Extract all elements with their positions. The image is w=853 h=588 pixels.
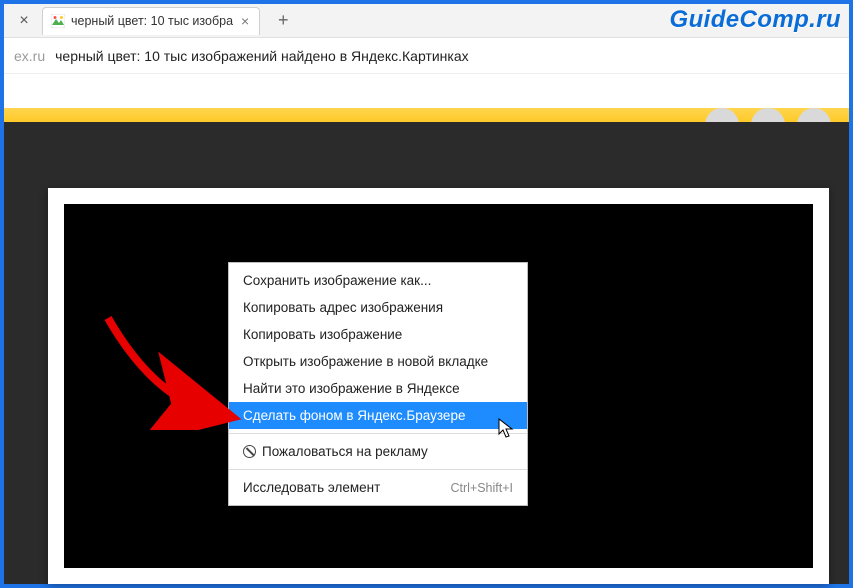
ctx-copy-image-address[interactable]: Копировать адрес изображения [229, 294, 527, 321]
ctx-set-as-yandex-browser-background[interactable]: Сделать фоном в Яндекс.Браузере [229, 402, 527, 429]
context-menu-separator [229, 433, 527, 434]
watermark: GuideComp.ru [670, 6, 841, 34]
close-icon: × [241, 13, 249, 29]
address-bar[interactable]: ex.ru черный цвет: 10 тыс изображений на… [4, 38, 849, 74]
menu-item-shortcut: Ctrl+Shift+I [450, 481, 513, 495]
ctx-save-image-as[interactable]: Сохранить изображение как... [229, 267, 527, 294]
tab-close-button[interactable]: × [239, 13, 251, 29]
ctx-report-ad[interactable]: Пожаловаться на рекламу [229, 438, 527, 465]
address-page-title: черный цвет: 10 тыс изображений найдено … [55, 48, 468, 64]
ctx-copy-image[interactable]: Копировать изображение [229, 321, 527, 348]
menu-item-label: Исследовать элемент [243, 480, 380, 495]
menu-item-label: Найти это изображение в Яндексе [243, 381, 460, 396]
close-icon: × [19, 12, 28, 30]
ctx-find-image-yandex[interactable]: Найти это изображение в Яндексе [229, 375, 527, 402]
plus-icon: + [278, 10, 289, 31]
browser-tab[interactable]: черный цвет: 10 тыс изобра × [42, 7, 260, 35]
menu-item-label: Копировать адрес изображения [243, 300, 443, 315]
ctx-inspect-element[interactable]: Исследовать элемент Ctrl+Shift+I [229, 474, 527, 501]
ctx-open-image-new-tab[interactable]: Открыть изображение в новой вкладке [229, 348, 527, 375]
context-menu-separator [229, 469, 527, 470]
address-domain-fragment: ex.ru [14, 48, 45, 64]
new-tab-button[interactable]: + [270, 8, 296, 34]
prohibit-icon [243, 445, 256, 458]
tab-title: черный цвет: 10 тыс изобра [71, 14, 233, 28]
favicon-yandex-images-icon [51, 14, 65, 28]
menu-item-label: Пожаловаться на рекламу [262, 444, 428, 459]
menu-item-label: Сделать фоном в Яндекс.Браузере [243, 408, 465, 423]
menu-item-label: Копировать изображение [243, 327, 402, 342]
context-menu: Сохранить изображение как... Копировать … [228, 262, 528, 506]
app-frame: GuideComp.ru × черный цвет: 10 тыс изобр… [0, 0, 853, 588]
menu-item-label: Открыть изображение в новой вкладке [243, 354, 488, 369]
menu-item-label: Сохранить изображение как... [243, 273, 431, 288]
prev-tab-close-button[interactable]: × [10, 7, 38, 35]
